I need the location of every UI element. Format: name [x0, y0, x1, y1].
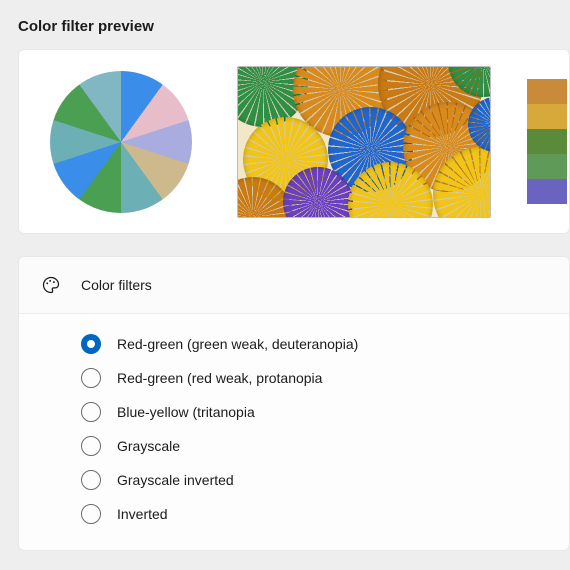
color-wheel-preview	[41, 62, 201, 222]
filter-option-label: Red-green (green weak, deuteranopia)	[117, 336, 358, 352]
swatch	[527, 79, 567, 104]
swatch	[527, 129, 567, 154]
color-filters-header[interactable]: Color filters	[19, 257, 569, 314]
radio-button[interactable]	[81, 436, 101, 456]
radio-button[interactable]	[81, 368, 101, 388]
swatch-strip	[527, 79, 567, 204]
radio-button[interactable]	[81, 402, 101, 422]
filter-option-tritanopia[interactable]: Blue-yellow (tritanopia	[81, 402, 547, 422]
radio-button[interactable]	[81, 334, 101, 354]
filter-option-deuteranopia[interactable]: Red-green (green weak, deuteranopia)	[81, 334, 547, 354]
filter-option-inverted[interactable]: Inverted	[81, 504, 547, 524]
swatch	[527, 179, 567, 204]
radio-button[interactable]	[81, 470, 101, 490]
filter-option-label: Inverted	[117, 506, 168, 522]
filter-option-label: Blue-yellow (tritanopia	[117, 404, 255, 420]
filter-option-gray-inv[interactable]: Grayscale inverted	[81, 470, 547, 490]
filter-option-grayscale[interactable]: Grayscale	[81, 436, 547, 456]
color-filters-label: Color filters	[81, 277, 152, 293]
color-filters-card: Color filters Red-green (green weak, deu…	[18, 256, 570, 551]
sample-photo-preview	[237, 66, 491, 218]
color-filter-options: Red-green (green weak, deuteranopia) Red-…	[19, 314, 569, 550]
filter-option-label: Grayscale	[117, 438, 180, 454]
swatch	[527, 104, 567, 129]
filter-option-protanopia[interactable]: Red-green (red weak, protanopia	[81, 368, 547, 388]
radio-button[interactable]	[81, 504, 101, 524]
color-wheel	[50, 71, 192, 213]
swatch	[527, 154, 567, 179]
filter-option-label: Grayscale inverted	[117, 472, 234, 488]
filter-option-label: Red-green (red weak, protanopia	[117, 370, 322, 386]
section-title: Color filter preview	[18, 18, 570, 35]
preview-card	[18, 49, 570, 234]
palette-icon	[41, 275, 61, 295]
